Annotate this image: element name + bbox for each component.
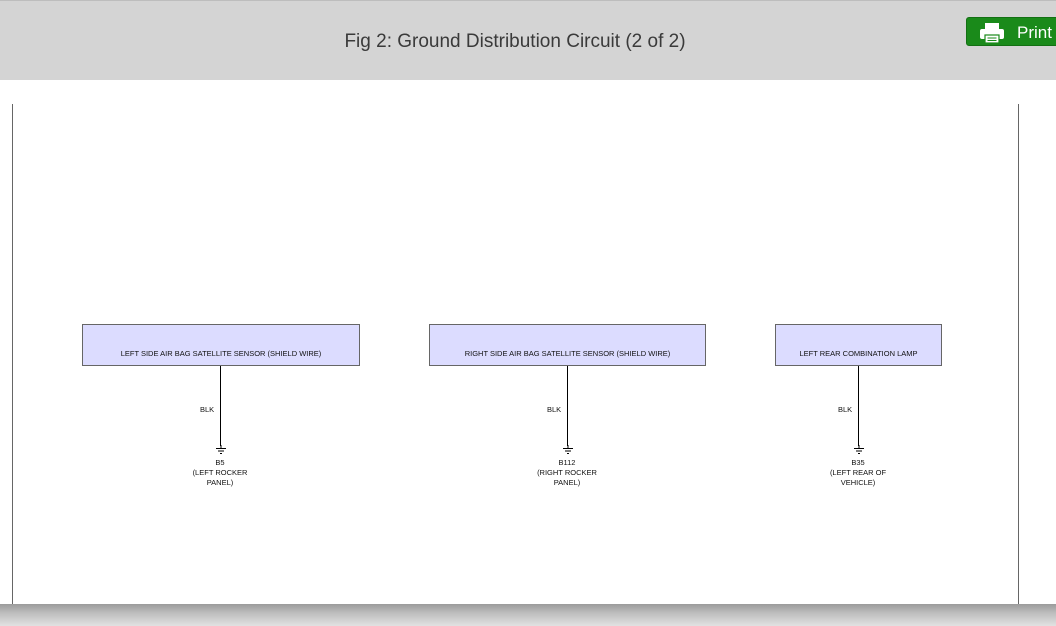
ground-location-line2: VEHICLE) <box>840 478 876 487</box>
wire-right-airbag-sensor <box>567 366 568 446</box>
wire-color-label: BLK <box>200 405 215 414</box>
ground-location-line2: PANEL) <box>553 478 581 487</box>
ground-icon <box>854 445 864 454</box>
wire-color-label: BLK <box>838 405 853 414</box>
print-button[interactable]: Print <box>966 17 1056 46</box>
wire-left-rear-combination-lamp <box>858 366 859 446</box>
print-button-label: Print <box>1017 23 1052 42</box>
ground-point-b5: B5 (LEFT ROCKER PANEL) <box>160 458 280 488</box>
ground-location-line1: (LEFT REAR OF <box>829 468 887 477</box>
diagram-frame-left-border <box>12 104 13 606</box>
ground-location-line1: (LEFT ROCKER <box>192 468 248 477</box>
ground-id: B112 <box>558 458 576 467</box>
printer-icon <box>980 23 1004 44</box>
wire-color-label: BLK <box>547 405 562 414</box>
ground-icon <box>563 445 573 454</box>
bottom-scroll-bar <box>0 604 1056 626</box>
component-label: RIGHT SIDE AIR BAG SATELLITE SENSOR (SHI… <box>464 349 671 358</box>
page-header: Fig 2: Ground Distribution Circuit (2 of… <box>0 0 1056 80</box>
component-left-airbag-sensor: LEFT SIDE AIR BAG SATELLITE SENSOR (SHIE… <box>82 324 360 366</box>
ground-id: B5 <box>215 458 225 467</box>
component-right-airbag-sensor: RIGHT SIDE AIR BAG SATELLITE SENSOR (SHI… <box>429 324 706 366</box>
ground-id: B35 <box>851 458 865 467</box>
wire-left-airbag-sensor <box>220 366 221 446</box>
component-label: LEFT REAR COMBINATION LAMP <box>799 349 918 358</box>
ground-location-line2: PANEL) <box>206 478 234 487</box>
diagram-frame-right-border <box>1018 104 1019 606</box>
ground-location-line1: (RIGHT ROCKER <box>537 468 597 477</box>
ground-icon <box>216 445 226 454</box>
ground-point-b35: B35 (LEFT REAR OF VEHICLE) <box>798 458 918 488</box>
ground-point-b112: B112 (RIGHT ROCKER PANEL) <box>507 458 627 488</box>
component-left-rear-combination-lamp: LEFT REAR COMBINATION LAMP <box>775 324 942 366</box>
component-label: LEFT SIDE AIR BAG SATELLITE SENSOR (SHIE… <box>120 349 322 358</box>
page-title: Fig 2: Ground Distribution Circuit (2 of… <box>344 31 686 52</box>
